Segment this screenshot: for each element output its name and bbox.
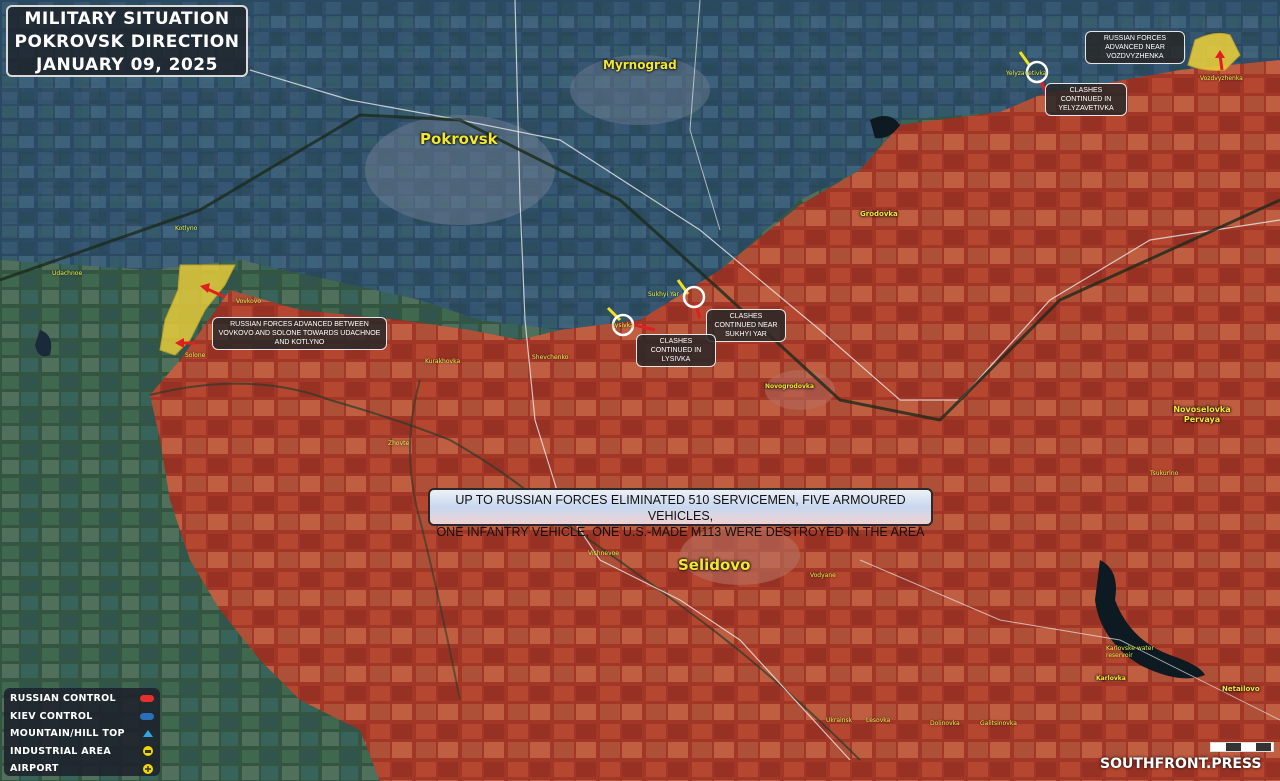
- village-label-shevchenko: Shevchenko: [532, 354, 569, 361]
- banner-line2: ONE INFANTRY VEHICLE, ONE U.S.-MADE M113…: [436, 525, 925, 539]
- title-line1: MILITARY SITUATION: [24, 9, 230, 29]
- village-label-zhovte: Zhovte: [388, 440, 410, 447]
- legend-row-airport: AIRPORT: [10, 760, 154, 778]
- village-label-solone: Solone: [185, 352, 206, 359]
- city-label-karlovka: Karlovka: [1096, 675, 1126, 682]
- legend-label: KIEV CONTROL: [10, 710, 93, 722]
- legend-label: MOUNTAIN/HILL TOP: [10, 728, 125, 740]
- village-label-ukrainsk: Ukrainsk: [826, 717, 853, 724]
- brand-watermark: SOUTHFRONT.PRESS: [1100, 756, 1262, 772]
- legend-label: INDUSTRIAL AREA: [10, 745, 111, 757]
- village-label-udachnoe: Udachnoe: [52, 270, 83, 277]
- note-sukhyi-yar: CLASHES CONTINUED NEAR SUKHYI YAR: [706, 309, 786, 342]
- map-background: [0, 0, 1280, 781]
- city-label-myrnograd: Myrnograd: [603, 58, 677, 72]
- village-label-galitsinovka: Galitsinovka: [980, 720, 1017, 727]
- city-label-selidovo: Selidovo: [678, 556, 751, 574]
- village-label-kotlyno: Kotlyno: [175, 225, 198, 232]
- scale-bar: [1210, 742, 1274, 752]
- village-label-tsukurino: Tsukurino: [1150, 470, 1179, 477]
- legend-label: RUSSIAN CONTROL: [10, 693, 116, 705]
- city-label-novogrodovka: Novogrodovka: [765, 383, 814, 390]
- village-label-vodyane: Vodyane: [810, 572, 836, 579]
- village-label-karlovske-reservoir: Karlovske water reservoir: [1106, 645, 1154, 659]
- losses-banner: UP TO RUSSIAN FORCES ELIMINATED 510 SERV…: [428, 488, 933, 539]
- title-line2: POKROVSK DIRECTION: [14, 32, 240, 52]
- village-label-vishnevoe: Vishnevoe: [588, 550, 619, 557]
- map-title: MILITARY SITUATION POKROVSK DIRECTION JA…: [6, 5, 248, 77]
- banner-line1: UP TO RUSSIAN FORCES ELIMINATED 510 SERV…: [455, 493, 906, 523]
- village-label-dolinovka: Dolinovka: [930, 720, 960, 727]
- industrial-icon: [143, 746, 153, 757]
- legend-row-kiev-control: KIEV CONTROL: [10, 708, 154, 726]
- airport-icon: [143, 763, 153, 774]
- village-label-vovkovo: Vovkovo: [236, 298, 262, 305]
- blue-swatch-icon: [140, 712, 154, 720]
- title-date: JANUARY 09, 2025: [36, 55, 218, 75]
- red-swatch-icon: [140, 695, 154, 703]
- village-label-sukhyi-yar: Sukhyi Yar: [648, 291, 679, 298]
- city-label-novoselovka: Novoselovka Pervaya: [1173, 405, 1231, 424]
- note-lysivka: CLASHES CONTINUED IN LYSIVKA: [636, 334, 716, 367]
- map: MILITARY SITUATION POKROVSK DIRECTION JA…: [0, 0, 1280, 781]
- map-legend: RUSSIAN CONTROL KIEV CONTROL MOUNTAIN/HI…: [4, 688, 160, 776]
- village-label-vozdvyzhenka: Vozdvyzhenka: [1200, 75, 1243, 82]
- city-label-netailovo: Netailovo: [1222, 685, 1260, 693]
- note-yelyzavetivka: CLASHES CONTINUED IN YELYZAVETIVKA: [1045, 83, 1127, 116]
- note-vozdvyzhenka: RUSSIAN FORCES ADVANCED NEAR VOZDVYZHENK…: [1085, 31, 1185, 64]
- village-label-lesovka: Lesovka: [866, 717, 891, 724]
- village-label-kurakhovka: Kurakhovka: [425, 358, 461, 365]
- village-label-yelyzavetivka: Yelyzavetivka: [1006, 70, 1047, 77]
- legend-label: AIRPORT: [10, 763, 59, 775]
- city-label-grodovka: Grodovka: [860, 210, 898, 218]
- legend-row-russian-control: RUSSIAN CONTROL: [10, 690, 154, 708]
- note-vovkovo: RUSSIAN FORCES ADVANCED BETWEEN VOVKOVO …: [212, 317, 387, 350]
- village-label-lysivka: Lysivka: [612, 322, 634, 329]
- mountain-icon: [143, 730, 153, 738]
- legend-row-industrial: INDUSTRIAL AREA: [10, 743, 154, 761]
- legend-row-mountain: MOUNTAIN/HILL TOP: [10, 725, 154, 743]
- city-label-pokrovsk: Pokrovsk: [420, 130, 498, 148]
